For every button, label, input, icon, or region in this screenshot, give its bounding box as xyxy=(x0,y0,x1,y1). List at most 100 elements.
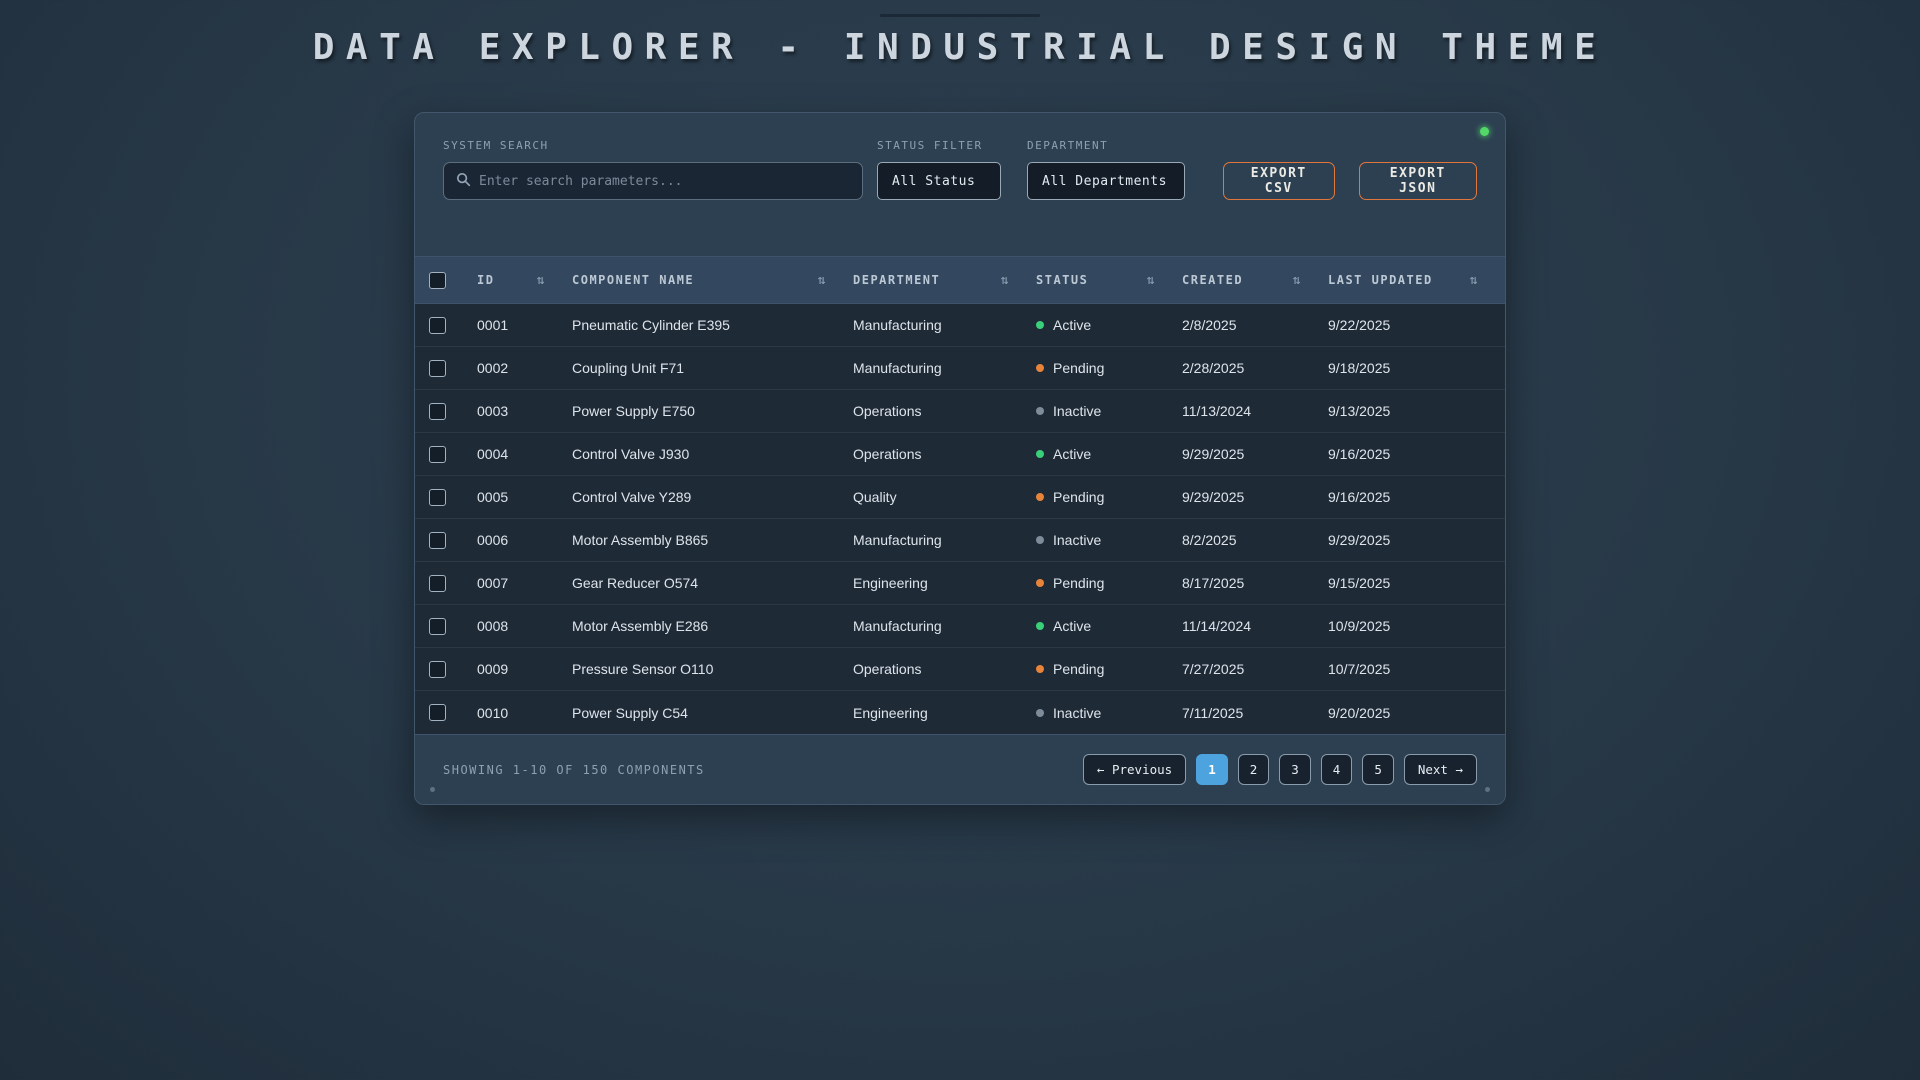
cell-component-name: Coupling Unit F71 xyxy=(572,360,853,376)
cell-created: 8/2/2025 xyxy=(1182,532,1328,548)
filter-bar: SYSTEM SEARCH STATUS FILTER All Status D… xyxy=(415,113,1505,256)
cell-status: Active xyxy=(1036,618,1182,634)
table-row: 0003 Power Supply E750 Operations Inacti… xyxy=(415,390,1505,433)
page-button-3[interactable]: 3 xyxy=(1279,754,1311,785)
table-row: 0006 Motor Assembly B865 Manufacturing I… xyxy=(415,519,1505,562)
top-accent-line xyxy=(880,14,1040,17)
table-row: 0005 Control Valve Y289 Quality Pending … xyxy=(415,476,1505,519)
status-dot xyxy=(1036,493,1044,501)
sort-icon[interactable]: ⇅ xyxy=(537,273,546,288)
table-row: 0004 Control Valve J930 Operations Activ… xyxy=(415,433,1505,476)
cell-department: Manufacturing xyxy=(853,360,1036,376)
status-filter-select[interactable]: All Status xyxy=(877,162,1001,200)
page-button-4[interactable]: 4 xyxy=(1321,754,1353,785)
cell-id: 0001 xyxy=(477,317,572,333)
export-json-button[interactable]: EXPORT JSON xyxy=(1359,162,1477,200)
cell-created: 7/11/2025 xyxy=(1182,705,1328,721)
status-label: Inactive xyxy=(1053,532,1101,548)
department-filter-group: DEPARTMENT All Departments xyxy=(1027,139,1185,200)
page-button-2[interactable]: 2 xyxy=(1238,754,1270,785)
row-checkbox[interactable] xyxy=(429,575,446,592)
status-dot xyxy=(1036,364,1044,372)
status-label: Pending xyxy=(1053,489,1104,505)
cell-id: 0009 xyxy=(477,661,572,677)
cell-status: Pending xyxy=(1036,489,1182,505)
search-input[interactable] xyxy=(479,174,850,189)
cell-last-updated: 9/13/2025 xyxy=(1328,403,1505,419)
status-dot xyxy=(1036,450,1044,458)
column-header-component-name[interactable]: COMPONENT NAME ⇅ xyxy=(572,273,853,288)
cell-id: 0007 xyxy=(477,575,572,591)
cell-last-updated: 9/18/2025 xyxy=(1328,360,1505,376)
row-checkbox[interactable] xyxy=(429,704,446,721)
cell-id: 0010 xyxy=(477,705,572,721)
cell-department: Engineering xyxy=(853,575,1036,591)
row-checkbox[interactable] xyxy=(429,661,446,678)
cell-last-updated: 10/9/2025 xyxy=(1328,618,1505,634)
column-header-created[interactable]: CREATED ⇅ xyxy=(1182,273,1328,288)
cell-status: Inactive xyxy=(1036,403,1182,419)
column-label: DEPARTMENT xyxy=(853,273,940,287)
status-dot xyxy=(1036,579,1044,587)
export-csv-button[interactable]: EXPORT CSV xyxy=(1223,162,1335,200)
column-label: CREATED xyxy=(1182,273,1243,287)
cell-component-name: Control Valve Y289 xyxy=(572,489,853,505)
status-indicator-light xyxy=(1480,127,1489,136)
sort-icon[interactable]: ⇅ xyxy=(1001,273,1010,288)
row-checkbox[interactable] xyxy=(429,403,446,420)
cell-last-updated: 9/16/2025 xyxy=(1328,489,1505,505)
sort-icon[interactable]: ⇅ xyxy=(1293,273,1302,288)
row-checkbox[interactable] xyxy=(429,317,446,334)
cell-last-updated: 9/20/2025 xyxy=(1328,705,1505,721)
column-header-department[interactable]: DEPARTMENT ⇅ xyxy=(853,273,1036,288)
table-row: 0002 Coupling Unit F71 Manufacturing Pen… xyxy=(415,347,1505,390)
cell-status: Pending xyxy=(1036,575,1182,591)
sort-icon[interactable]: ⇅ xyxy=(1147,273,1156,288)
sort-icon[interactable]: ⇅ xyxy=(1470,273,1479,288)
cell-department: Operations xyxy=(853,661,1036,677)
cell-last-updated: 9/22/2025 xyxy=(1328,317,1505,333)
cell-status: Active xyxy=(1036,317,1182,333)
status-dot xyxy=(1036,622,1044,630)
column-header-id[interactable]: ID ⇅ xyxy=(477,273,572,288)
next-page-button[interactable]: Next → xyxy=(1404,754,1477,785)
previous-page-button[interactable]: ← Previous xyxy=(1083,754,1186,785)
cell-id: 0003 xyxy=(477,403,572,419)
status-dot xyxy=(1036,321,1044,329)
column-label: ID xyxy=(477,273,494,287)
column-header-status[interactable]: STATUS ⇅ xyxy=(1036,273,1182,288)
select-all-checkbox[interactable] xyxy=(429,272,446,289)
department-filter-select[interactable]: All Departments xyxy=(1027,162,1185,200)
page-button-5[interactable]: 5 xyxy=(1362,754,1394,785)
cell-id: 0004 xyxy=(477,446,572,462)
search-group: SYSTEM SEARCH xyxy=(443,139,863,200)
cell-id: 0006 xyxy=(477,532,572,548)
cell-last-updated: 10/7/2025 xyxy=(1328,661,1505,677)
row-checkbox[interactable] xyxy=(429,489,446,506)
search-box[interactable] xyxy=(443,162,863,200)
row-checkbox[interactable] xyxy=(429,360,446,377)
panel-rivet-left xyxy=(430,787,435,792)
table-row: 0009 Pressure Sensor O110 Operations Pen… xyxy=(415,648,1505,691)
results-summary: SHOWING 1-10 OF 150 COMPONENTS xyxy=(443,763,705,777)
sort-icon[interactable]: ⇅ xyxy=(818,273,827,288)
status-dot xyxy=(1036,407,1044,415)
table-row: 0007 Gear Reducer O574 Engineering Pendi… xyxy=(415,562,1505,605)
cell-id: 0002 xyxy=(477,360,572,376)
page-button-1[interactable]: 1 xyxy=(1196,754,1228,785)
cell-department: Manufacturing xyxy=(853,317,1036,333)
cell-department: Manufacturing xyxy=(853,618,1036,634)
row-checkbox[interactable] xyxy=(429,446,446,463)
cell-component-name: Motor Assembly B865 xyxy=(572,532,853,548)
cell-id: 0008 xyxy=(477,618,572,634)
cell-id: 0005 xyxy=(477,489,572,505)
cell-department: Operations xyxy=(853,446,1036,462)
cell-created: 9/29/2025 xyxy=(1182,446,1328,462)
row-checkbox[interactable] xyxy=(429,532,446,549)
row-checkbox[interactable] xyxy=(429,618,446,635)
cell-department: Quality xyxy=(853,489,1036,505)
column-header-last-updated[interactable]: LAST UPDATED ⇅ xyxy=(1328,273,1505,288)
cell-last-updated: 9/15/2025 xyxy=(1328,575,1505,591)
cell-created: 7/27/2025 xyxy=(1182,661,1328,677)
cell-created: 11/13/2024 xyxy=(1182,403,1328,419)
